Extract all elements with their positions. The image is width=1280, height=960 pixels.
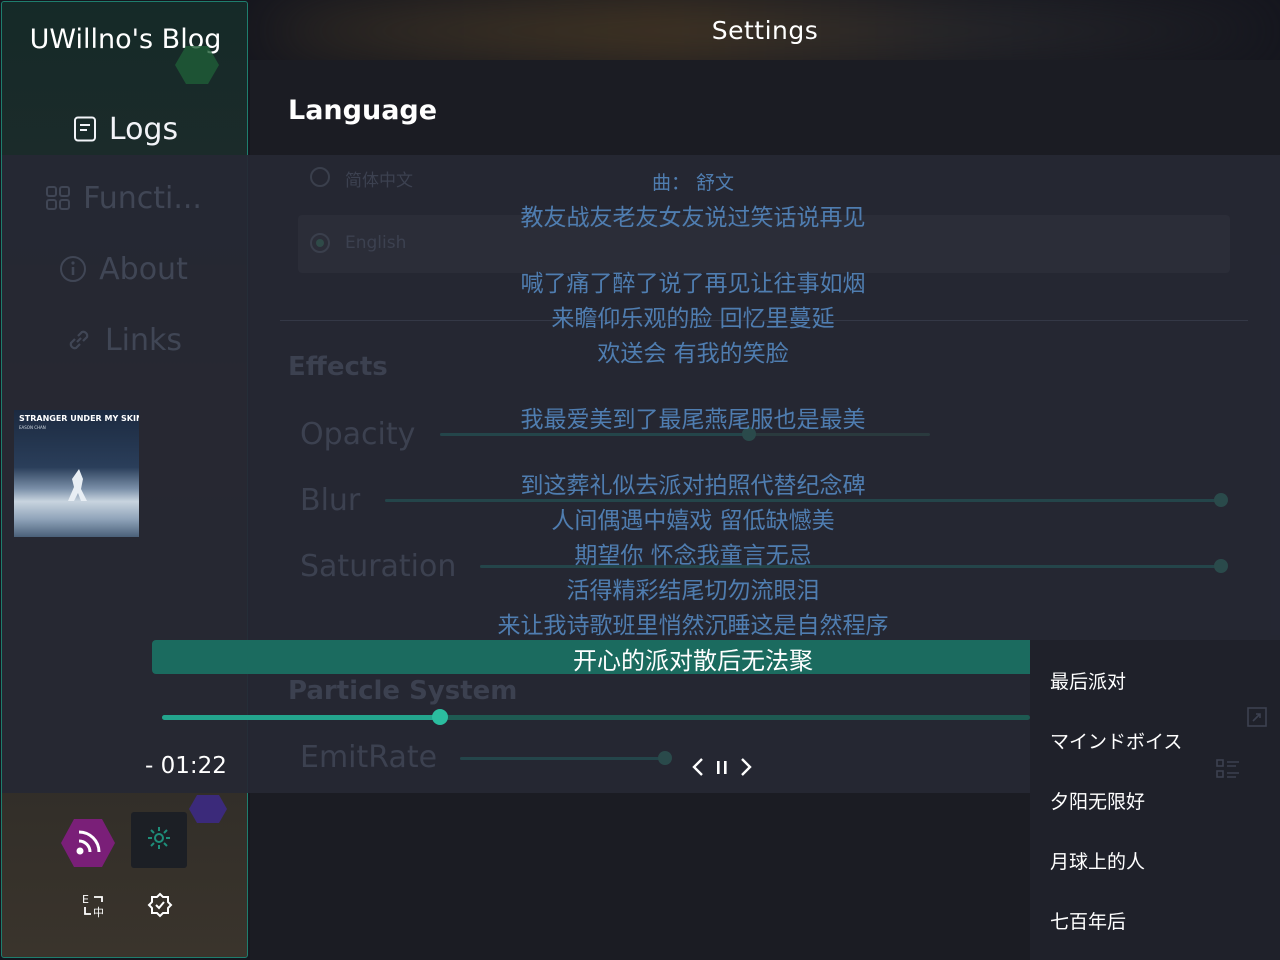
time-remaining: - 01:22 xyxy=(145,753,227,779)
translate-icon: E中 xyxy=(80,891,108,923)
sidebar-item-label: Links xyxy=(104,322,183,358)
language-option[interactable]: English xyxy=(345,233,406,253)
album-cover[interactable]: STRANGER UNDER MY SKIN EASON CHAN xyxy=(14,410,139,537)
gear-check-icon xyxy=(147,892,173,922)
sidebar-item-label: About xyxy=(99,251,188,287)
list-icon xyxy=(1216,759,1239,778)
info-icon xyxy=(59,255,87,283)
playlist-toggle-button[interactable] xyxy=(1215,757,1241,785)
link-icon xyxy=(65,326,93,354)
grid-icon xyxy=(45,185,71,211)
hexagon-decoration xyxy=(188,794,228,828)
language-radio[interactable] xyxy=(310,167,330,187)
lyric-line: 欢送会 有我的笑脸 xyxy=(597,341,789,367)
sidebar-item-label: Functi... xyxy=(83,180,202,216)
effects-section-title: Effects xyxy=(288,352,388,382)
pause-button[interactable] xyxy=(715,758,729,780)
opacity-label: Opacity xyxy=(300,417,416,452)
rss-hexagon[interactable] xyxy=(60,817,116,873)
playback-controls xyxy=(690,756,754,782)
lyric-line: 活得精彩结尾切勿流眼泪 xyxy=(566,578,820,604)
gear-icon xyxy=(146,825,172,855)
chevron-right-icon xyxy=(741,758,752,776)
playlist-item[interactable]: 月球上的人 xyxy=(1050,847,1145,874)
sidebar-item-functions[interactable]: Functi... xyxy=(0,173,247,223)
sidebar-item-about[interactable]: About xyxy=(0,244,247,294)
language-section-title: Language xyxy=(288,95,438,126)
blur-label: Blur xyxy=(300,483,361,518)
playlist-item[interactable]: 七百年后 xyxy=(1050,907,1126,934)
lyric-line: 到这葬礼似去派对拍照代替纪念碑 xyxy=(520,473,866,499)
playlist-item[interactable]: 夕阳无限好 xyxy=(1050,787,1145,814)
translate-button[interactable]: E中 xyxy=(74,887,114,927)
lyric-line: 曲： 舒文 xyxy=(651,172,735,194)
svg-text:E: E xyxy=(82,893,89,906)
song-progress-knob[interactable] xyxy=(432,709,448,725)
album-figure xyxy=(68,469,87,501)
language-radio-selected[interactable] xyxy=(310,233,330,253)
emitrate-label: EmitRate xyxy=(300,740,438,775)
emitrate-slider-knob[interactable] xyxy=(658,751,672,765)
playlist-item[interactable]: マインドボイス xyxy=(1050,727,1182,754)
particle-section-title: Particle System xyxy=(288,676,518,706)
album-artist: EASON CHAN xyxy=(19,425,46,430)
lyric-line: 喊了痛了醉了说了再见让往事如烟 xyxy=(520,271,866,297)
emitrate-slider-fill xyxy=(460,757,665,760)
previous-button[interactable] xyxy=(690,756,706,782)
hexagon-decoration xyxy=(174,44,220,90)
saturation-slider-knob[interactable] xyxy=(1214,559,1228,573)
document-icon xyxy=(73,116,97,142)
sidebar-item-links[interactable]: Links xyxy=(0,315,247,365)
album-title: STRANGER UNDER MY SKIN xyxy=(19,414,139,423)
sidebar-item-logs[interactable]: Logs xyxy=(2,104,249,154)
svg-text:中: 中 xyxy=(93,906,104,919)
advanced-settings-button[interactable] xyxy=(140,887,180,927)
song-progress-fill xyxy=(162,715,440,720)
page-title: Settings xyxy=(711,15,819,45)
settings-button[interactable] xyxy=(131,812,187,868)
blur-slider-knob[interactable] xyxy=(1214,493,1228,507)
sidebar-item-label: Logs xyxy=(108,111,179,147)
lyric-line: 期望你 怀念我童言无忌 xyxy=(574,543,812,569)
chevron-left-icon xyxy=(692,758,703,776)
lyric-line: 来瞻仰乐观的脸 回忆里蔓延 xyxy=(551,306,835,332)
lyric-line: 我最爱美到了最尾燕尾服也是最美 xyxy=(520,407,866,433)
fullscreen-icon xyxy=(1247,707,1267,727)
pause-icon xyxy=(717,761,727,774)
playlist-item[interactable]: 最后派对 xyxy=(1050,667,1126,694)
lyric-line: 来让我诗歌班里悄然沉睡这是自然程序 xyxy=(497,613,889,639)
fullscreen-button[interactable] xyxy=(1246,706,1268,732)
lyric-line: 人间偶遇中嬉戏 留低缺憾美 xyxy=(551,508,835,534)
current-lyric: 开心的派对散后无法聚 xyxy=(573,647,813,675)
next-button[interactable] xyxy=(738,756,754,782)
lyric-line: 教友战友老友女友说过笑话说再见 xyxy=(520,205,866,231)
